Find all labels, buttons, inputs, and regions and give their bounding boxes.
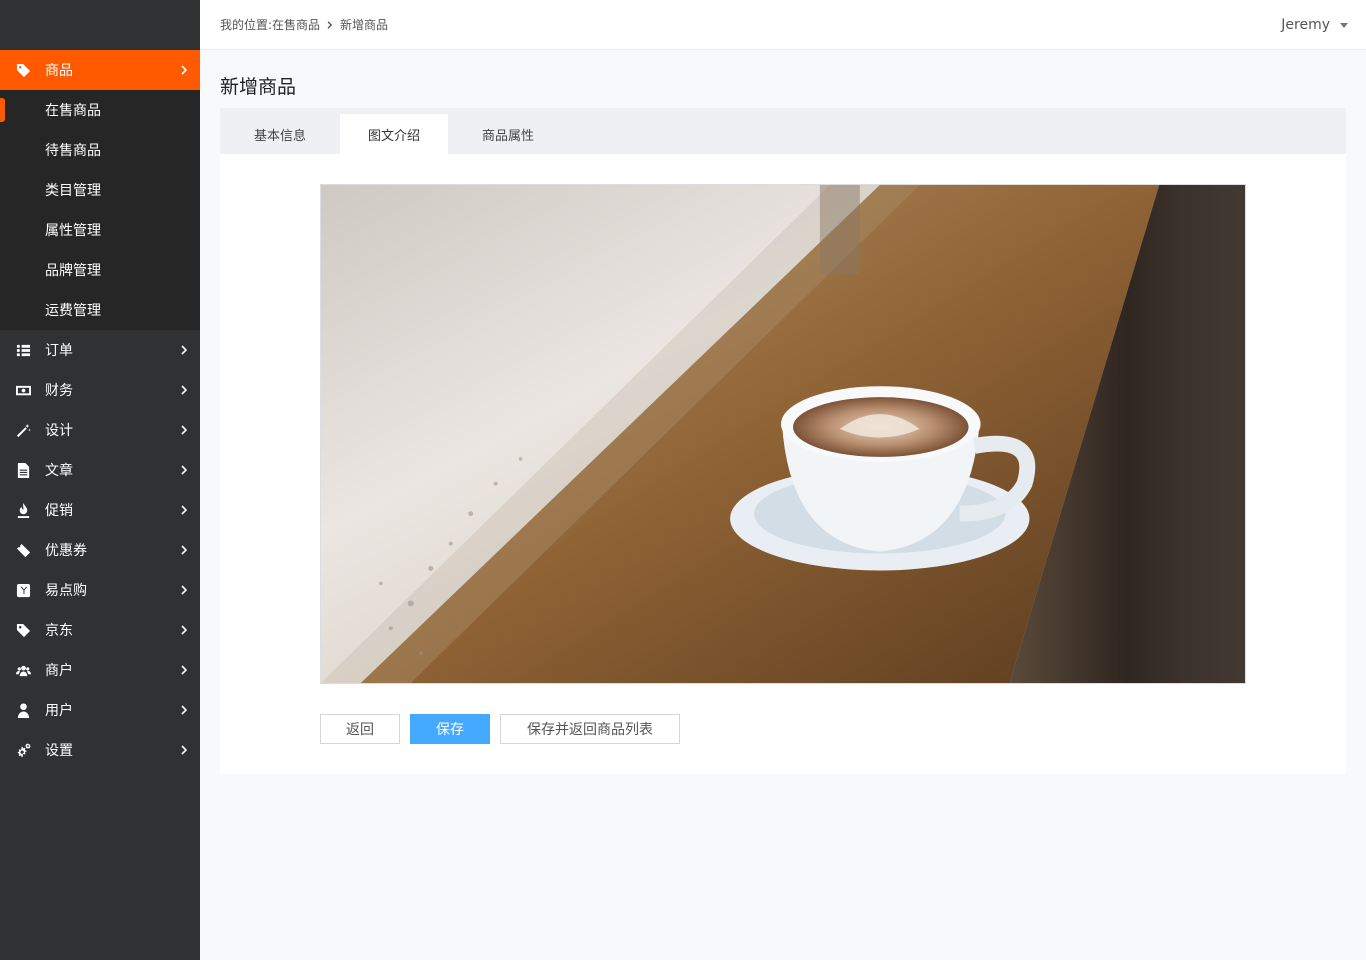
- back-button[interactable]: 返回: [320, 714, 400, 744]
- sidebar-item-finance[interactable]: 财务: [0, 370, 200, 410]
- breadcrumb-prefix[interactable]: 我的位置:在售商品: [220, 16, 320, 33]
- sidebar-item-label: 财务: [45, 383, 73, 399]
- coffee-cup-photo: [321, 185, 1245, 683]
- sidebar-item-label: 商户: [45, 663, 73, 679]
- sidebar-item-promotion[interactable]: 促销: [0, 490, 200, 530]
- chevron-right-icon: [174, 60, 194, 80]
- gears-icon: [14, 741, 32, 759]
- user-menu[interactable]: Jeremy: [1281, 0, 1348, 50]
- caret-down-icon: [1340, 22, 1348, 28]
- submenu-item-pending-sale[interactable]: 待售商品: [0, 130, 200, 170]
- magic-wand-icon: [14, 421, 32, 439]
- chevron-right-icon: [174, 540, 194, 560]
- y-badge-icon: [14, 581, 32, 599]
- save-and-return-button[interactable]: 保存并返回商品列表: [500, 714, 680, 744]
- money-icon: [14, 381, 32, 399]
- tab-basic-info[interactable]: 基本信息: [226, 114, 334, 154]
- fire-icon: [14, 501, 32, 519]
- chevron-right-icon: [174, 740, 194, 760]
- sidebar-item-yidiangou[interactable]: 易点购: [0, 570, 200, 610]
- chevron-right-icon: [174, 340, 194, 360]
- breadcrumb: 我的位置:在售商品 新增商品: [220, 16, 388, 33]
- submenu-item-on-sale[interactable]: 在售商品: [0, 90, 200, 130]
- list-icon: [14, 341, 32, 359]
- submenu-item-category[interactable]: 类目管理: [0, 170, 200, 210]
- chevron-right-icon: [174, 500, 194, 520]
- sidebar-logo-area: [0, 0, 200, 50]
- topbar: 我的位置:在售商品 新增商品 Jeremy: [200, 0, 1366, 50]
- product-image[interactable]: [320, 184, 1246, 684]
- sidebar-item-articles[interactable]: 文章: [0, 450, 200, 490]
- sidebar: 商品 在售商品 待售商品 类目管理 属性管理 品牌管理 运费管理 订单 财务 设…: [0, 0, 200, 960]
- sidebar-item-label: 用户: [45, 703, 73, 719]
- sidebar-item-orders[interactable]: 订单: [0, 330, 200, 370]
- content-panel: 返回 保存 保存并返回商品列表: [220, 154, 1346, 774]
- user-icon: [14, 701, 32, 719]
- users-icon: [14, 661, 32, 679]
- tab-bar: 基本信息 图文介绍 商品属性: [220, 108, 1346, 154]
- sidebar-item-label: 促销: [45, 503, 73, 519]
- sidebar-item-label: 设置: [45, 743, 73, 759]
- save-button[interactable]: 保存: [410, 714, 490, 744]
- chevron-right-icon: [174, 620, 194, 640]
- sidebar-item-label: 订单: [45, 343, 73, 359]
- submenu-item-attribute[interactable]: 属性管理: [0, 210, 200, 250]
- products-submenu: 在售商品 待售商品 类目管理 属性管理 品牌管理 运费管理: [0, 90, 200, 330]
- document-icon: [14, 461, 32, 479]
- sidebar-item-label: 京东: [45, 623, 73, 639]
- sidebar-item-merchants[interactable]: 商户: [0, 650, 200, 690]
- chevron-right-icon: [174, 580, 194, 600]
- sidebar-item-settings[interactable]: 设置: [0, 730, 200, 770]
- chevron-right-icon: [174, 460, 194, 480]
- sidebar-item-label: 文章: [45, 463, 73, 479]
- sidebar-item-label: 商品: [45, 63, 73, 79]
- sidebar-item-coupons[interactable]: 优惠券: [0, 530, 200, 570]
- chevron-right-icon: [174, 660, 194, 680]
- ticket-icon: [14, 541, 32, 559]
- sidebar-item-products[interactable]: 商品: [0, 50, 200, 90]
- tag-icon: [14, 61, 32, 79]
- tag-icon: [14, 621, 32, 639]
- sidebar-item-label: 优惠券: [45, 543, 87, 559]
- page-title: 新增商品: [220, 76, 297, 98]
- sidebar-item-label: 设计: [45, 423, 73, 439]
- tab-product-attributes[interactable]: 商品属性: [454, 114, 562, 154]
- tab-rich-description[interactable]: 图文介绍: [340, 114, 449, 154]
- sidebar-item-jd[interactable]: 京东: [0, 610, 200, 650]
- chevron-right-icon: [174, 380, 194, 400]
- chevron-right-icon: [326, 20, 334, 29]
- submenu-item-brand[interactable]: 品牌管理: [0, 250, 200, 290]
- sidebar-item-design[interactable]: 设计: [0, 410, 200, 450]
- chevron-right-icon: [174, 420, 194, 440]
- user-name: Jeremy: [1281, 17, 1330, 33]
- chevron-right-icon: [174, 700, 194, 720]
- breadcrumb-current: 新增商品: [340, 18, 389, 32]
- sidebar-item-label: 易点购: [45, 583, 87, 599]
- sidebar-item-users[interactable]: 用户: [0, 690, 200, 730]
- submenu-item-shipping[interactable]: 运费管理: [0, 290, 200, 330]
